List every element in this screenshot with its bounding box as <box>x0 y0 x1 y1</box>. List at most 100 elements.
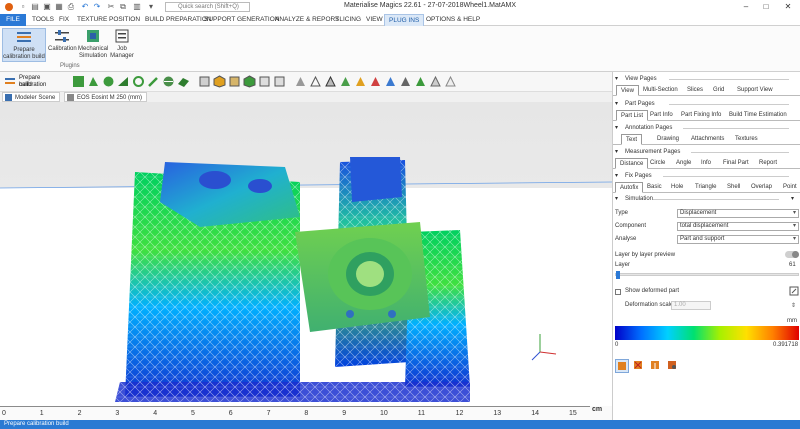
lasso-select-icon[interactable] <box>132 75 145 88</box>
tab-drawing[interactable]: Drawing <box>653 134 683 145</box>
tab-grid[interactable]: Grid <box>709 85 728 96</box>
show-deformed-checkbox[interactable] <box>615 289 621 295</box>
annotation-pages-header[interactable]: ▾ Annotation Pages <box>613 123 800 133</box>
view-left-icon[interactable] <box>258 75 271 88</box>
tab-hole[interactable]: Hole <box>667 182 687 193</box>
spin-icon[interactable]: ⇕ <box>791 302 796 309</box>
save-icon[interactable]: ▣ <box>42 2 52 12</box>
render-edges-icon[interactable] <box>354 75 367 88</box>
view-top-icon[interactable] <box>228 75 241 88</box>
close-button[interactable]: ✕ <box>778 1 798 13</box>
quick-search-input[interactable]: Quick search (Shift+Q) <box>165 2 250 12</box>
render-points-icon[interactable] <box>339 75 352 88</box>
tab-angle[interactable]: Angle <box>672 158 695 169</box>
tab-view[interactable]: View <box>616 85 639 96</box>
menu-fix[interactable]: FIX <box>55 14 73 26</box>
open-icon[interactable]: ▤ <box>30 2 40 12</box>
view-pages-header[interactable]: ▾ View Pages <box>613 74 800 84</box>
tab-distance[interactable]: Distance <box>615 158 649 169</box>
view-front-icon[interactable] <box>198 75 211 88</box>
render-bad-edges-icon[interactable] <box>369 75 382 88</box>
new-icon[interactable]: ▫ <box>18 2 28 12</box>
tab-autofix[interactable]: Autofix <box>615 182 644 193</box>
render-transparent-icon[interactable] <box>444 75 457 88</box>
pin-icon[interactable]: ▾ <box>791 194 794 204</box>
tab-part-fixing-info[interactable]: Part Fixing Info <box>677 110 725 121</box>
render-texture-icon[interactable] <box>414 75 427 88</box>
select-part-icon[interactable] <box>72 75 85 88</box>
menu-slicing[interactable]: SLICING <box>331 14 365 26</box>
cut-icon[interactable]: ✂ <box>106 2 116 12</box>
fix-pages-header[interactable]: ▾ Fix Pages <box>613 171 800 181</box>
render-supports-icon[interactable] <box>399 75 412 88</box>
render-section-icon[interactable] <box>429 75 442 88</box>
select-surface-icon[interactable] <box>102 75 115 88</box>
render-triangles-icon[interactable] <box>324 75 337 88</box>
tab-info[interactable]: Info <box>697 158 715 169</box>
prepare-calibration-build-toolbar-button[interactable]: Prepare calibration build <box>4 75 68 90</box>
report-button[interactable] <box>666 359 680 373</box>
view-iso-icon[interactable] <box>213 75 226 88</box>
tab-support-view[interactable]: Support View <box>733 85 777 96</box>
tab-shell[interactable]: Shell <box>723 182 744 193</box>
mechanical-simulation-button[interactable]: Mechanical Simulation <box>78 28 108 62</box>
part-pages-header[interactable]: ▾ Part Pages <box>613 99 800 109</box>
analyse-select[interactable]: Part and support <box>677 235 799 244</box>
menu-plug-ins[interactable]: PLUG INS <box>384 14 425 26</box>
job-manager-button[interactable]: Job Manager <box>110 28 134 62</box>
maximize-button[interactable]: □ <box>756 1 776 13</box>
menu-view[interactable]: VIEW <box>362 14 387 26</box>
menu-options-help[interactable]: OPTIONS & HELP <box>422 14 484 26</box>
tab-attachments[interactable]: Attachments <box>687 134 728 145</box>
simulation-header[interactable]: ▾ Simulation ▾ <box>613 194 800 204</box>
export-results-button[interactable] <box>649 359 663 373</box>
settings-icon[interactable] <box>789 286 799 296</box>
tab-report[interactable]: Report <box>755 158 781 169</box>
simulate-button[interactable] <box>615 359 629 373</box>
menu-file[interactable]: FILE <box>0 14 26 26</box>
menu-position[interactable]: POSITION <box>105 14 144 26</box>
tab-circle[interactable]: Circle <box>646 158 669 169</box>
3d-viewport[interactable] <box>0 102 612 406</box>
tab-point[interactable]: Point <box>779 182 800 193</box>
render-shaded-icon[interactable] <box>294 75 307 88</box>
print-icon[interactable]: ⎙ <box>66 2 76 12</box>
tab-modeler-scene[interactable]: Modeler Scene <box>2 92 61 102</box>
layer-slider[interactable] <box>615 271 799 279</box>
render-wireframe-icon[interactable] <box>309 75 322 88</box>
redo-icon[interactable]: ↷ <box>92 2 102 12</box>
customize-icon[interactable]: ▾ <box>146 2 156 12</box>
calibration-button[interactable]: Calibration <box>48 28 77 62</box>
tab-textures[interactable]: Textures <box>731 134 762 145</box>
plane-select-icon[interactable] <box>177 75 190 88</box>
tab-part-info[interactable]: Part Info <box>646 110 677 121</box>
tab-part-list[interactable]: Part List <box>616 110 649 121</box>
view-cube-icon[interactable] <box>243 75 256 88</box>
tab-basic[interactable]: Basic <box>643 182 666 193</box>
select-triangle-icon[interactable] <box>117 75 130 88</box>
tab-machine-platform[interactable]: EOS Eosint M 250 (mm) <box>64 92 148 102</box>
view-right-icon[interactable] <box>273 75 286 88</box>
render-normals-icon[interactable] <box>384 75 397 88</box>
copy-icon[interactable]: ⧉ <box>118 2 128 12</box>
deformation-scale-input[interactable]: 1.00 <box>671 301 711 310</box>
tab-overlap[interactable]: Overlap <box>747 182 776 193</box>
tab-slices[interactable]: Slices <box>683 85 707 96</box>
component-select[interactable]: total displacement <box>677 222 799 231</box>
layer-preview-toggle[interactable] <box>785 251 799 258</box>
paste-icon[interactable]: ▥ <box>132 2 142 12</box>
tab-triangle[interactable]: Triangle <box>691 182 720 193</box>
undo-icon[interactable]: ↶ <box>80 2 90 12</box>
tab-text[interactable]: Text <box>621 134 643 145</box>
clear-results-button[interactable] <box>632 359 646 373</box>
menu-tools[interactable]: TOOLS <box>28 14 58 26</box>
select-shell-icon[interactable] <box>87 75 100 88</box>
tab-multi-section[interactable]: Multi-Section <box>639 85 682 96</box>
minimize-button[interactable]: – <box>736 1 756 13</box>
tab-final-part[interactable]: Final Part <box>719 158 753 169</box>
tab-build-time-estimation[interactable]: Build Time Estimation <box>725 110 791 121</box>
sphere-select-icon[interactable] <box>162 75 175 88</box>
prepare-calibration-build-button[interactable]: Prepare calibration build <box>2 28 46 62</box>
save-as-icon[interactable]: ▦ <box>54 2 64 12</box>
brush-select-icon[interactable] <box>147 75 160 88</box>
